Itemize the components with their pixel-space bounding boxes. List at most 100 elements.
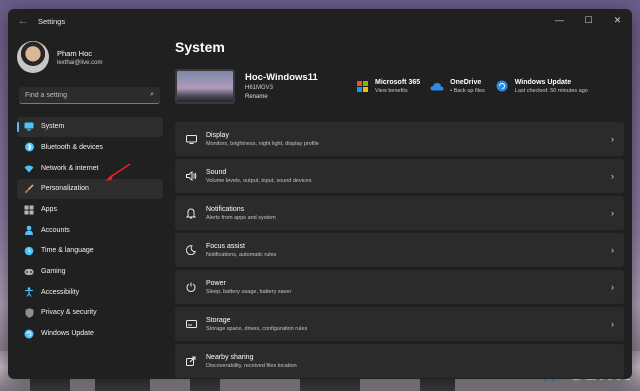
card-title: Display xyxy=(206,131,229,139)
card-subtitle: Sleep, battery usage, battery saver xyxy=(206,288,292,295)
sidebar-item-personalization[interactable]: Personalization xyxy=(17,179,163,199)
card-title: Sound xyxy=(206,168,227,176)
sidebar-item-windows-update[interactable]: Windows Update xyxy=(17,324,163,344)
card-subtitle: Storage space, drives, configuration rul… xyxy=(206,325,308,332)
storage-icon xyxy=(185,318,197,330)
sidebar-item-network[interactable]: Network & internet xyxy=(17,158,163,178)
user-profile[interactable]: Pham Hoc lexthai@live.com xyxy=(8,33,168,73)
sidebar-item-label: Accounts xyxy=(41,226,70,234)
card-display[interactable]: Display Monitors, brightness, night ligh… xyxy=(175,122,624,156)
sidebar-nav: System Bluetooth & devices Network & int… xyxy=(8,117,168,343)
sidebar-item-label: Privacy & security xyxy=(41,309,97,317)
speaker-icon xyxy=(185,170,197,182)
title-bar: ← Settings — ☐ ✕ xyxy=(8,9,632,33)
sidebar-item-gaming[interactable]: Gaming xyxy=(17,262,163,282)
rename-link[interactable]: Rename xyxy=(245,94,355,100)
quick-title: Microsoft 365 xyxy=(375,78,421,86)
quick-links: Microsoft 365 View benefits OneDrive • B… xyxy=(355,79,598,94)
sidebar-item-accessibility[interactable]: Accessibility xyxy=(17,283,163,303)
chevron-right-icon: › xyxy=(611,208,614,218)
main-content: System Hoc-Windows11 H61MGV3 Rename Micr… xyxy=(175,33,632,379)
person-icon xyxy=(24,225,34,236)
moon-icon xyxy=(185,244,197,256)
minimize-button[interactable]: — xyxy=(545,9,574,31)
settings-window: ← Settings — ☐ ✕ Pham Hoc lexthai@live.c… xyxy=(8,9,632,379)
sidebar-item-label: Bluetooth & devices xyxy=(41,143,103,151)
quick-subtitle: Last checked: 50 minutes ago xyxy=(514,87,588,94)
sidebar-item-privacy-security[interactable]: Privacy & security xyxy=(17,303,163,323)
window-controls: — ☐ ✕ xyxy=(545,9,632,31)
sidebar-item-label: Time & language xyxy=(41,247,94,255)
sidebar: Pham Hoc lexthai@live.com ⌕ System Bluet… xyxy=(8,33,168,379)
chevron-right-icon: › xyxy=(611,319,614,329)
chevron-right-icon: › xyxy=(611,171,614,181)
card-sound[interactable]: Sound Volume levels, output, input, soun… xyxy=(175,159,624,193)
page-title: System xyxy=(175,39,225,55)
card-focus-assist[interactable]: Focus assist Notifications, automatic ru… xyxy=(175,233,624,267)
apps-icon xyxy=(24,205,34,215)
quick-microsoft-365[interactable]: Microsoft 365 View benefits xyxy=(355,79,420,94)
search-input[interactable] xyxy=(25,91,151,99)
device-summary: Hoc-Windows11 H61MGV3 Rename Microsoft 3… xyxy=(175,67,632,105)
chevron-right-icon: › xyxy=(611,134,614,144)
card-subtitle: Volume levels, output, input, sound devi… xyxy=(206,177,312,184)
sidebar-item-label: Accessibility xyxy=(41,288,80,296)
sidebar-item-label: Windows Update xyxy=(41,330,94,338)
sidebar-item-time-language[interactable]: Time & language xyxy=(17,241,163,261)
sidebar-item-bluetooth[interactable]: Bluetooth & devices xyxy=(17,138,163,158)
card-subtitle: Notifications, automatic rules xyxy=(206,251,277,258)
quick-title: OneDrive xyxy=(450,78,482,86)
card-notifications[interactable]: Notifications Alerts from apps and syste… xyxy=(175,196,624,230)
card-power[interactable]: Power Sleep, battery usage, battery save… xyxy=(175,270,624,304)
sidebar-item-apps[interactable]: Apps xyxy=(17,200,163,220)
monitor-icon xyxy=(24,122,34,132)
card-subtitle: Discoverability, received files location xyxy=(206,362,297,369)
sidebar-item-label: Network & internet xyxy=(41,164,99,172)
maximize-button[interactable]: ☐ xyxy=(574,9,603,31)
device-model: H61MGV3 xyxy=(245,85,274,91)
card-subtitle: Monitors, brightness, night light, displ… xyxy=(206,140,319,147)
card-title: Power xyxy=(206,279,226,287)
settings-list: Display Monitors, brightness, night ligh… xyxy=(175,122,624,378)
quick-subtitle: • Back up files xyxy=(450,87,485,94)
update-icon xyxy=(495,79,509,93)
sidebar-item-label: Apps xyxy=(41,206,57,213)
quick-title: Windows Update xyxy=(514,78,572,86)
card-nearby-sharing[interactable]: Nearby sharing Discoverability, received… xyxy=(175,344,624,378)
quick-windows-update[interactable]: Windows Update Last checked: 50 minutes … xyxy=(495,79,588,94)
shield-icon xyxy=(24,308,34,318)
close-button[interactable]: ✕ xyxy=(603,9,632,31)
window-title: Settings xyxy=(38,16,66,26)
search-icon[interactable]: ⌕ xyxy=(150,91,154,99)
quick-onedrive[interactable]: OneDrive • Back up files xyxy=(430,79,485,94)
card-title: Nearby sharing xyxy=(206,353,254,361)
sidebar-item-label: Personalization xyxy=(41,185,89,193)
power-icon xyxy=(185,281,197,293)
card-title: Focus assist xyxy=(206,242,245,250)
card-title: Storage xyxy=(206,316,231,324)
microsoft-icon xyxy=(355,79,369,93)
wifi-icon xyxy=(24,163,34,173)
sidebar-item-label: System xyxy=(41,123,65,131)
sidebar-item-system[interactable]: System xyxy=(17,117,163,137)
device-name: Hoc-Windows11 xyxy=(245,72,318,83)
cloud-icon xyxy=(430,79,444,93)
accessibility-icon xyxy=(24,287,34,298)
quick-subtitle: View benefits xyxy=(375,87,408,94)
bluetooth-icon xyxy=(24,142,34,152)
share-icon xyxy=(185,355,197,367)
chevron-right-icon: › xyxy=(611,245,614,255)
brush-icon xyxy=(24,184,34,194)
update-icon xyxy=(24,329,34,339)
back-arrow-icon[interactable]: ← xyxy=(12,9,34,33)
annotation-arrow-icon xyxy=(105,163,131,181)
profile-email: lexthai@live.com xyxy=(57,59,103,66)
card-storage[interactable]: Storage Storage space, drives, configura… xyxy=(175,307,624,341)
bell-icon xyxy=(185,207,197,219)
sidebar-item-label: Gaming xyxy=(41,268,66,276)
avatar xyxy=(17,41,49,73)
card-title: Notifications xyxy=(206,205,245,213)
sidebar-item-accounts[interactable]: Accounts xyxy=(17,220,163,240)
search-box[interactable]: ⌕ xyxy=(19,87,160,104)
chevron-right-icon: › xyxy=(611,282,614,292)
